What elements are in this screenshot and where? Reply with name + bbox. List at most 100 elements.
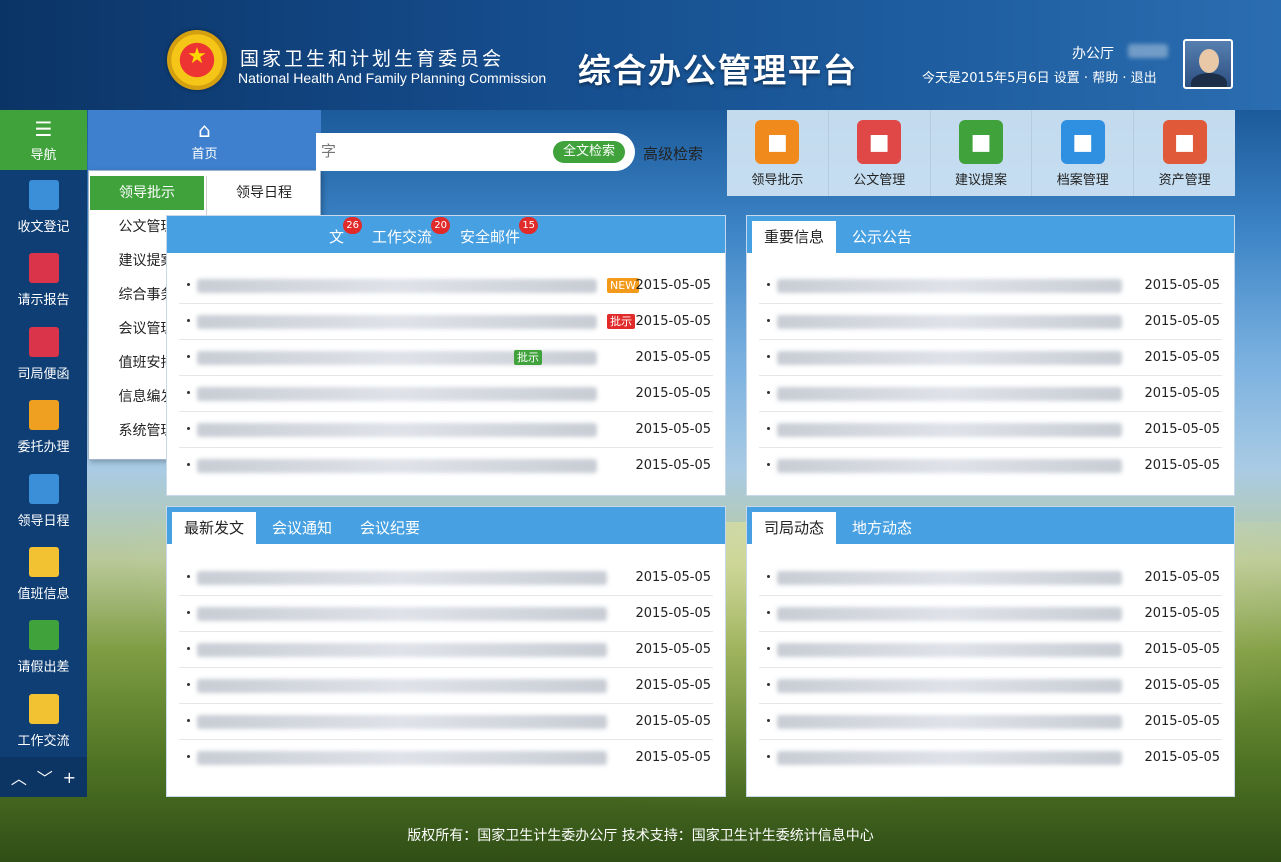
gears-icon: ■ <box>1162 120 1207 164</box>
fulltext-search-button[interactable]: 全文检索 <box>553 141 625 163</box>
list-item[interactable]: 批示 2015-05-05 <box>179 340 713 376</box>
panel-tab[interactable]: 安全邮件 15 <box>448 217 539 253</box>
item-title-blurred[interactable] <box>777 315 1122 329</box>
panel-tab[interactable]: 司局动态 <box>752 512 837 544</box>
list-item[interactable]: 批示 2015-05-05 <box>179 304 713 340</box>
item-date: 2015-05-05 <box>1144 750 1220 765</box>
item-title-blurred[interactable] <box>777 751 1122 765</box>
item-date: 2015-05-05 <box>1144 678 1220 693</box>
panel-tab[interactable]: 公示公告 <box>840 221 924 253</box>
list-item[interactable]: 2015-05-05 <box>179 412 713 448</box>
item-title-blurred[interactable] <box>777 679 1122 693</box>
status-tag: 批示 <box>514 350 542 365</box>
item-title-blurred[interactable] <box>197 459 597 473</box>
nav-item-7[interactable]: 工作交流 <box>0 684 87 757</box>
panel-tabs: 最新发文 会议通知 会议纪要 <box>167 507 725 544</box>
chevron-up-icon[interactable]: ︿ <box>11 765 27 789</box>
list-item[interactable]: NEW 2015-05-05 <box>179 268 713 304</box>
nav-scroll-controls: ︿ ﹀ + <box>0 757 87 797</box>
panel-tab[interactable]: 地方动态 <box>840 512 924 544</box>
app-button-1[interactable]: ■ 公文管理 <box>829 110 931 196</box>
plus-icon[interactable]: + <box>63 768 76 787</box>
panel-tab[interactable]: 重要信息 <box>752 221 837 253</box>
nav-item-0[interactable]: 收文登记 <box>0 170 87 243</box>
app-button-3[interactable]: ■ 档案管理 <box>1032 110 1135 196</box>
item-title-blurred[interactable] <box>777 643 1122 657</box>
panel-tab[interactable]: 工作交流 20 <box>360 217 451 253</box>
list-item[interactable]: 2015-05-05 <box>759 740 1222 776</box>
bullet <box>767 683 770 686</box>
list-item[interactable]: 2015-05-05 <box>179 376 713 412</box>
nav-item-1[interactable]: 请示报告 <box>0 243 87 316</box>
search-input[interactable] <box>321 142 541 160</box>
list-item[interactable]: 2015-05-05 <box>759 268 1222 304</box>
item-title-blurred[interactable] <box>197 643 607 657</box>
list-item[interactable]: 2015-05-05 <box>179 740 713 776</box>
list-item[interactable]: 2015-05-05 <box>759 304 1222 340</box>
item-title-blurred[interactable] <box>777 423 1122 437</box>
list-item[interactable]: 2015-05-05 <box>179 704 713 740</box>
bullet <box>187 355 190 358</box>
list-item[interactable]: 2015-05-05 <box>759 560 1222 596</box>
item-title-blurred[interactable] <box>777 279 1122 293</box>
list-item[interactable]: 2015-05-05 <box>759 376 1222 412</box>
item-title-blurred[interactable] <box>197 423 597 437</box>
list-item[interactable]: 2015-05-05 <box>759 448 1222 484</box>
list-item[interactable]: 2015-05-05 <box>759 632 1222 668</box>
printer-icon: ■ <box>1060 120 1105 164</box>
avatar[interactable] <box>1183 39 1233 89</box>
item-title-blurred[interactable] <box>197 751 607 765</box>
panel-tab-label: 会议纪要 <box>360 519 421 537</box>
org-name-cn: 国家卫生和计划生育委员会 <box>240 48 505 70</box>
item-title-blurred[interactable] <box>777 387 1122 401</box>
item-title-blurred[interactable] <box>197 715 607 729</box>
list-item[interactable]: 2015-05-05 <box>759 340 1222 376</box>
dropdown-item[interactable]: 领导日程 <box>207 176 321 210</box>
list-item[interactable]: 2015-05-05 <box>759 412 1222 448</box>
list-item[interactable]: 2015-05-05 <box>179 560 713 596</box>
item-title-blurred[interactable] <box>197 279 597 293</box>
item-date: 2015-05-05 <box>635 570 711 585</box>
item-title-blurred[interactable] <box>197 679 607 693</box>
help-link[interactable]: 帮助 <box>1092 71 1118 86</box>
list-item[interactable]: 2015-05-05 <box>759 668 1222 704</box>
chevron-down-icon[interactable]: ﹀ <box>37 765 53 789</box>
list-item[interactable]: 2015-05-05 <box>179 632 713 668</box>
panel-tab[interactable]: 会议纪要 <box>348 512 432 544</box>
bullet <box>767 575 770 578</box>
app-button-2[interactable]: ■ 建议提案 <box>931 110 1033 196</box>
item-title-blurred[interactable] <box>777 607 1122 621</box>
item-title-blurred[interactable] <box>197 387 597 401</box>
quick-app-bar: ■ 领导批示 ■ 公文管理 ■ 建议提案 ■ 档案管理 ■ 资产管理 <box>727 110 1235 196</box>
item-title-blurred[interactable] <box>777 459 1122 473</box>
dropdown-item[interactable]: 领导批示 <box>90 176 204 210</box>
item-title-blurred[interactable] <box>777 715 1122 729</box>
nav-item-2[interactable]: 司局便函 <box>0 317 87 390</box>
app-button-4[interactable]: ■ 资产管理 <box>1134 110 1235 196</box>
home-menu-header[interactable]: ⌂ 首页 <box>88 110 321 170</box>
list-item[interactable]: 2015-05-05 <box>179 596 713 632</box>
item-title-blurred[interactable] <box>777 571 1122 585</box>
nav-item-6[interactable]: 请假出差 <box>0 610 87 683</box>
item-title-blurred[interactable] <box>197 571 607 585</box>
logout-link[interactable]: 退出 <box>1131 71 1157 86</box>
advanced-search-link[interactable]: 高级检索 <box>643 143 703 164</box>
list-item[interactable]: 2015-05-05 <box>759 596 1222 632</box>
settings-link[interactable]: 设置 <box>1054 71 1080 86</box>
app-button-0[interactable]: ■ 领导批示 <box>727 110 829 196</box>
panel-tab[interactable]: 文 26 <box>317 217 363 253</box>
item-title-blurred[interactable] <box>197 607 607 621</box>
nav-item-4[interactable]: 领导日程 <box>0 464 87 537</box>
bullet <box>767 427 770 430</box>
bullet <box>187 719 190 722</box>
nav-item-5[interactable]: 值班信息 <box>0 537 87 610</box>
item-title-blurred[interactable] <box>197 315 597 329</box>
list-item[interactable]: 2015-05-05 <box>179 668 713 704</box>
nav-item-3[interactable]: 委托办理 <box>0 390 87 463</box>
panel-tab[interactable]: 会议通知 <box>260 512 344 544</box>
panel-tab[interactable]: 最新发文 <box>172 512 257 544</box>
list-item[interactable]: 2015-05-05 <box>759 704 1222 740</box>
list-item[interactable]: 2015-05-05 <box>179 448 713 484</box>
item-title-blurred[interactable] <box>777 351 1122 365</box>
nav-toggle[interactable]: ☰ 导航 <box>0 110 87 170</box>
